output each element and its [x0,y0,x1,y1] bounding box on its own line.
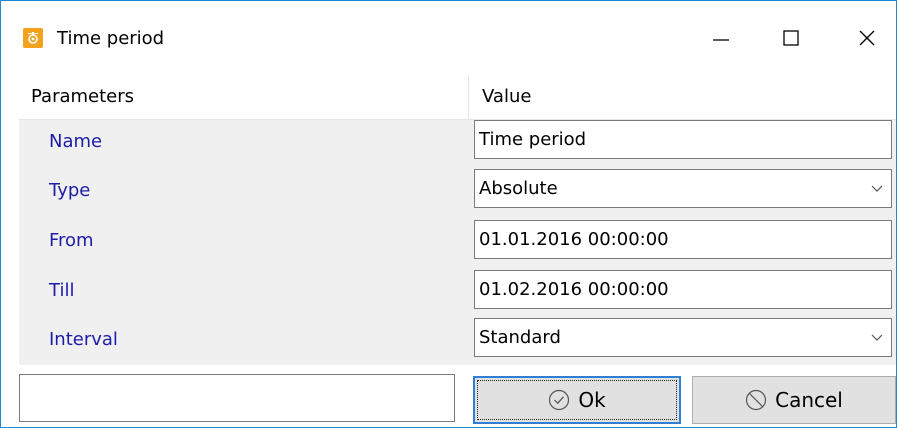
header-parameters[interactable]: Parameters [31,86,134,108]
footer-input[interactable] [19,374,455,422]
type-dropdown[interactable]: Absolute [474,169,892,208]
from-value-field[interactable]: 01.01.2016 00:00:00 [474,220,892,259]
maximize-icon [783,30,799,46]
interval-value: Standard [479,327,561,348]
ok-button[interactable]: Ok [473,376,681,424]
param-label-interval: Interval [49,329,118,350]
interval-dropdown[interactable]: Standard [474,318,892,357]
chevron-down-icon[interactable] [871,185,883,193]
parameters-grid: Parameters Value Name Time period Type A… [19,75,896,365]
chevron-down-icon[interactable] [871,334,883,342]
maximize-button[interactable] [761,15,821,61]
till-value: 01.02.2016 00:00:00 [479,279,669,300]
grid-header: Parameters Value [19,75,896,120]
param-label-name: Name [49,131,103,152]
window-title: Time period [57,28,165,49]
title-bar[interactable]: Time period [1,1,896,75]
type-value: Absolute [479,178,558,199]
header-separator[interactable] [468,75,469,119]
no-entry-icon [746,389,767,411]
close-button[interactable] [837,15,897,61]
till-value-field[interactable]: 01.02.2016 00:00:00 [474,270,892,309]
header-value[interactable]: Value [482,86,531,108]
cancel-label: Cancel [775,388,843,412]
time-period-dialog: Time period Parameters Value Name Time p… [0,0,897,428]
gear-app-icon [23,28,43,48]
cancel-button[interactable]: Cancel [692,376,896,424]
param-label-type: Type [49,180,91,201]
minimize-button[interactable] [691,15,751,61]
close-icon [859,30,875,46]
param-label-till: Till [49,280,75,301]
param-label-from: From [49,230,94,251]
ok-label: Ok [578,388,606,412]
minimize-icon [713,39,729,41]
from-value: 01.01.2016 00:00:00 [479,229,669,250]
name-value: Time period [479,129,587,150]
name-value-field[interactable]: Time period [474,120,892,159]
check-circle-icon [549,389,570,411]
